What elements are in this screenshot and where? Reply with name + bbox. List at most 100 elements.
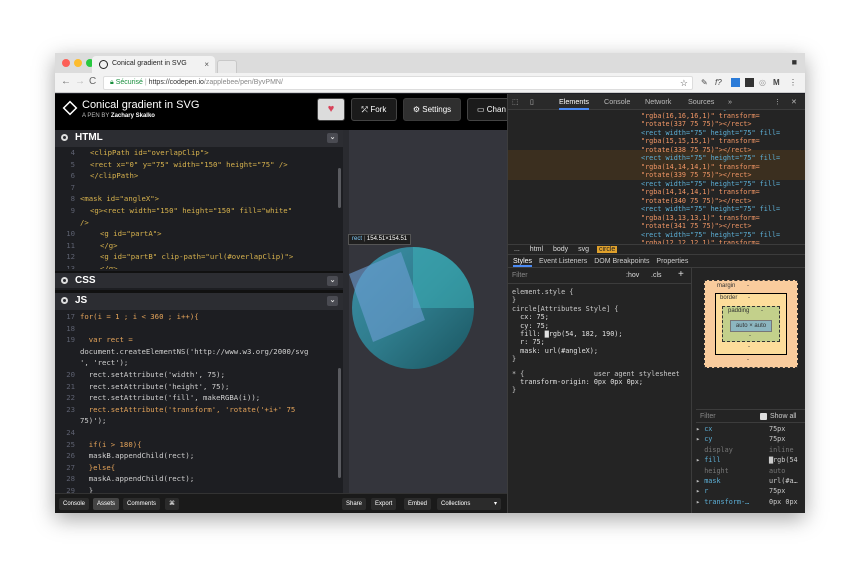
chevron-down-icon[interactable]: ⌄ — [327, 133, 338, 143]
code-line[interactable]: document.createElementNS('http://www.w3.… — [55, 346, 343, 358]
chevron-down-icon[interactable]: ⌄ — [327, 276, 338, 286]
style-rule-line[interactable]: * { user agent stylesheet — [512, 370, 680, 378]
assets-button[interactable]: Assets — [93, 498, 120, 510]
dom-node-line[interactable]: "rotate(340 75 75)"></rect> — [641, 197, 752, 206]
code-line[interactable]: 23 rect.setAttribute('transform', 'rotat… — [55, 404, 343, 416]
extension-circle-icon[interactable]: ◎ — [759, 78, 766, 87]
code-line[interactable]: 8 <mask id="angleX"> — [55, 193, 343, 205]
code-line[interactable]: 27 }else{ — [55, 462, 343, 474]
share-button[interactable]: Share — [342, 498, 367, 510]
bookmark-star-icon[interactable]: ☆ — [680, 78, 688, 89]
code-line[interactable]: 75)'); — [55, 415, 343, 427]
style-rule-line[interactable]: circle[Attributes Style] { — [512, 305, 618, 313]
tab-sources[interactable]: Sources — [688, 97, 714, 106]
add-rule-icon[interactable]: + — [678, 269, 684, 280]
heart-button[interactable]: ♥ — [317, 98, 345, 121]
subtab-styles[interactable]: Styles — [513, 258, 533, 267]
function-icon[interactable]: f? — [715, 78, 722, 87]
dom-node-line[interactable]: "rotate(338 75 75)"></rect> — [641, 146, 752, 155]
code-line[interactable]: 19 var rect = — [55, 334, 343, 346]
html-settings-icon[interactable] — [61, 134, 68, 141]
console-button[interactable]: Console — [59, 498, 90, 510]
new-tab-button[interactable] — [217, 60, 237, 73]
code-line[interactable]: 28 maskA.appendChild(rect); — [55, 473, 343, 485]
export-button[interactable]: Export — [371, 498, 397, 510]
tab-network[interactable]: Network — [645, 97, 671, 106]
dom-node-line[interactable]: <rect width="75" height="75" fill= — [641, 129, 780, 138]
dom-node-line[interactable]: <rect width="75" height="75" fill= — [641, 205, 780, 214]
reload-icon[interactable]: C — [89, 76, 96, 87]
tab-elements[interactable]: Elements — [559, 97, 589, 110]
code-line[interactable]: 5 <rect x="0" y="75" width="150" height="… — [55, 159, 343, 171]
url-field[interactable]: 🔒︎ Sécurisé | https://codepen.io/zappleb… — [103, 76, 693, 90]
code-line[interactable]: 11 </g> — [55, 240, 343, 252]
dom-node-line[interactable]: "rotate(339 75 75)"></rect> — [641, 171, 752, 180]
computed-property[interactable]: ▸ cy 75px — [696, 435, 805, 443]
computed-property[interactable]: ▸ mask url(#a… — [696, 477, 805, 485]
fork-button[interactable]: ⤱ Fork — [351, 98, 397, 121]
computed-property[interactable]: display inline — [696, 446, 805, 454]
tab-more[interactable]: » — [728, 97, 732, 106]
pen-author[interactable]: Zachary Skalko — [111, 113, 155, 119]
subtab-properties[interactable]: Properties — [656, 258, 688, 265]
chevron-down-icon[interactable]: ⌄ — [327, 296, 338, 306]
computed-property[interactable]: ▸ cx 75px — [696, 425, 805, 433]
extension-blue-icon[interactable] — [731, 78, 740, 87]
minimize-window-icon[interactable] — [74, 59, 82, 67]
css-settings-icon[interactable] — [61, 277, 68, 284]
code-line[interactable]: 24 — [55, 427, 343, 439]
breadcrumb-ellipsis[interactable]: ... — [512, 246, 522, 253]
style-rule-line[interactable]: } — [512, 296, 516, 304]
styles-filter-input[interactable]: Filter — [512, 272, 528, 279]
computed-filter-input[interactable]: Filter — [700, 413, 716, 420]
style-rule-line[interactable]: transform-origin: 0px 0px 0px; — [512, 378, 643, 386]
browser-menu-icon[interactable]: ⋮ — [789, 78, 797, 87]
code-line[interactable]: 7 — [55, 182, 343, 194]
dom-node-line[interactable]: "rgba(14,14,14,1)" transform= — [641, 188, 760, 197]
close-window-icon[interactable] — [62, 59, 70, 67]
show-all-checkbox[interactable] — [760, 413, 767, 420]
cls-toggle[interactable]: .cls — [651, 272, 662, 279]
embed-button[interactable]: Embed — [404, 498, 432, 510]
dom-node-line[interactable]: "rgba(15,15,15,1)" transform= — [641, 137, 760, 146]
subtab-event-listeners[interactable]: Event Listeners — [539, 258, 587, 265]
tab-console[interactable]: Console — [604, 97, 630, 106]
devtools-menu-icon[interactable]: ⋮ — [774, 97, 781, 106]
extension-m-icon[interactable]: M — [773, 78, 780, 87]
breadcrumb-html[interactable]: html — [528, 246, 545, 253]
dom-node-line[interactable]: "rgba(16,16,16,1)" transform= — [641, 112, 760, 121]
subtab-dom-breakpoints[interactable]: DOM Breakpoints — [594, 258, 649, 265]
collections-button[interactable]: Collections ▾ — [437, 498, 501, 510]
eyedropper-icon[interactable]: ✎ — [701, 78, 708, 87]
back-icon[interactable]: ← — [61, 76, 71, 87]
style-rule-line[interactable]: fill: ▇rgb(54, 182, 190); — [512, 330, 622, 338]
code-line[interactable]: 6 </clipPath> — [55, 170, 343, 182]
style-rule-line[interactable]: r: 75; — [512, 338, 545, 346]
code-line[interactable]: 4 <clipPath id="overlapClip"> — [55, 147, 343, 159]
dom-node-line[interactable]: <rect width="75" height="75" fill= — [641, 180, 780, 189]
style-rule-line[interactable]: } — [512, 355, 516, 363]
code-line[interactable]: /> — [55, 217, 343, 229]
breadcrumb-svg[interactable]: svg — [576, 246, 591, 253]
extension-dark-icon[interactable] — [745, 78, 754, 87]
keyboard-shortcut-icon[interactable]: ⌘ — [165, 498, 179, 510]
code-line[interactable]: 22 rect.setAttribute('fill', makeRGBA(i)… — [55, 392, 343, 404]
code-line[interactable]: 9 <g><rect width="150" height="150" fill=… — [55, 205, 343, 217]
codepen-logo-icon[interactable] — [62, 100, 78, 116]
dom-node-line[interactable]: "rgba(14,14,14,1)" transform= — [641, 163, 760, 172]
code-line[interactable]: ', 'rect'); — [55, 357, 343, 369]
code-line[interactable]: 29 } — [55, 485, 343, 493]
js-scrollbar[interactable] — [338, 368, 341, 478]
style-rule-line[interactable]: element.style { — [512, 288, 573, 296]
dom-node-line[interactable]: "rotate(341 75 75)"></rect> — [641, 222, 752, 231]
code-line[interactable]: 18 — [55, 323, 343, 335]
style-rule-line[interactable]: cy: 75; — [512, 322, 549, 330]
dom-node-line[interactable]: <rect width="75" height="75" fill= — [641, 231, 780, 240]
forward-icon[interactable]: → — [75, 76, 85, 87]
breadcrumb-circle[interactable]: circle — [596, 246, 618, 253]
code-line[interactable]: 21 rect.setAttribute('height', 75); — [55, 381, 343, 393]
close-devtools-icon[interactable]: ✕ — [791, 97, 797, 106]
hov-toggle[interactable]: :hov — [626, 272, 639, 279]
code-line[interactable]: 12 <g id="partB" clip-path="url(#overlapC… — [55, 251, 343, 263]
inspect-element-icon[interactable]: ⬚ — [512, 97, 519, 106]
